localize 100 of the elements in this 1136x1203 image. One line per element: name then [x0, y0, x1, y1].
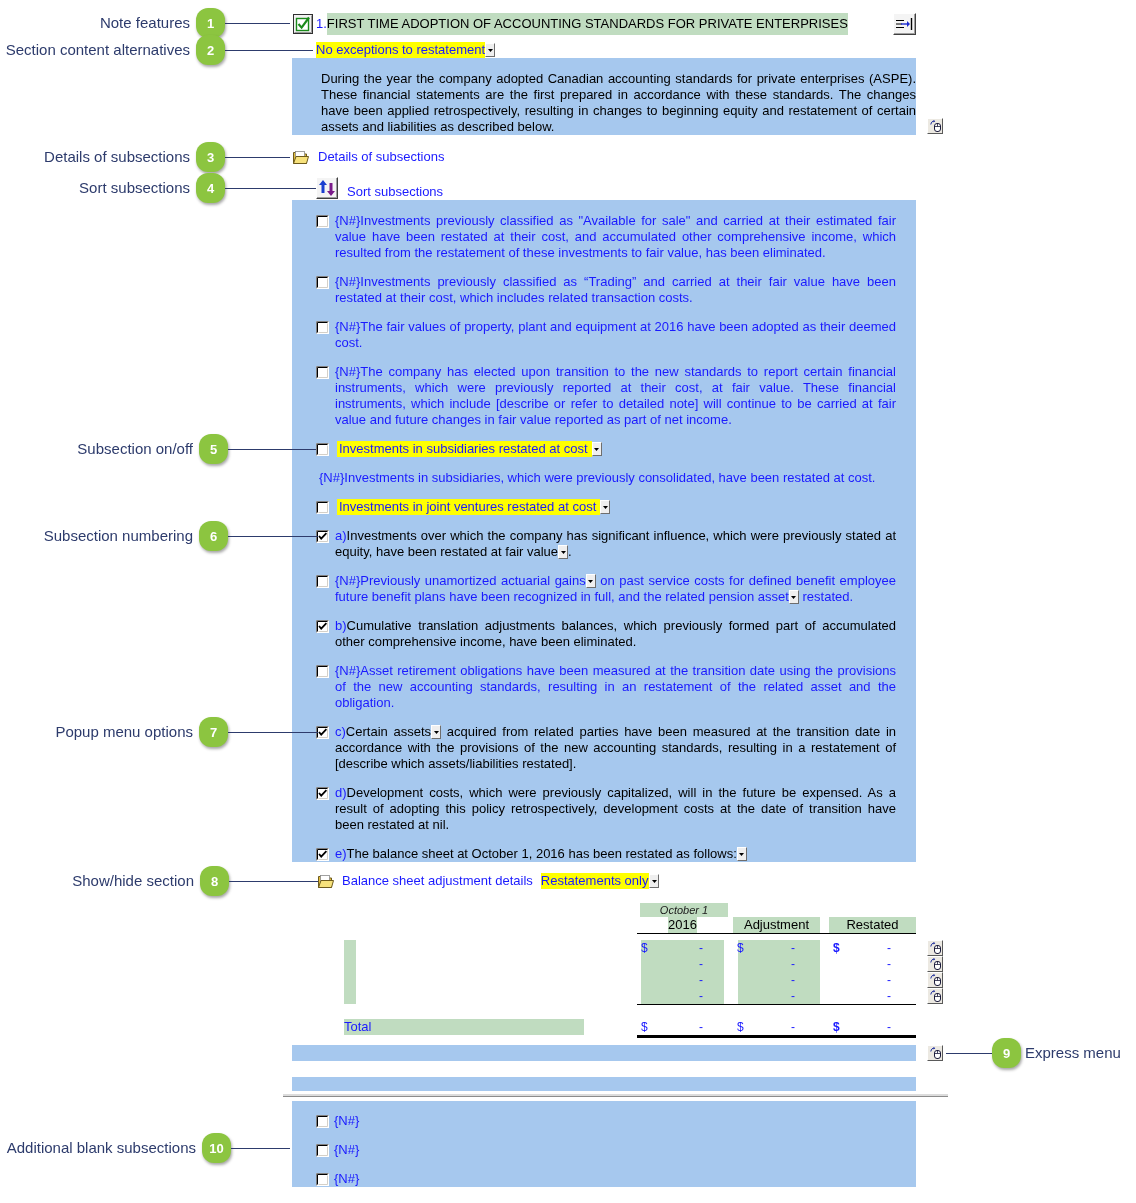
checkbox[interactable]	[316, 726, 329, 739]
checkbox[interactable]	[316, 848, 329, 861]
callout-label: Show/hide section	[72, 872, 194, 890]
express-menu-button[interactable]	[927, 118, 943, 134]
amount-value: -	[887, 988, 891, 1004]
dropdown-button[interactable]	[431, 725, 442, 739]
column-heading: Restated	[829, 917, 916, 933]
checkbox[interactable]	[316, 575, 329, 588]
dropdown-button[interactable]	[788, 590, 799, 604]
amount-value: -	[887, 1019, 891, 1035]
mouse-icon	[929, 942, 941, 954]
caret-icon	[739, 852, 745, 856]
caret-icon	[433, 730, 439, 734]
express-menu-button[interactable]	[927, 940, 943, 956]
checkbox[interactable]	[316, 620, 329, 633]
express-menu-button[interactable]	[927, 956, 943, 972]
subsection-text: {N#}The fair values of property, plant and equipment at 2016 have been adopted as their deemed cost.	[335, 319, 896, 351]
callout-badge: 5	[199, 434, 228, 464]
currency-symbol: $	[833, 1019, 840, 1035]
amount-value: -	[699, 1019, 703, 1035]
caret-icon	[588, 579, 594, 583]
callout-label: Note features	[99, 14, 190, 33]
amount-value: -	[887, 972, 891, 988]
folder-icon	[318, 874, 334, 888]
dropdown-button[interactable]	[585, 574, 596, 588]
details-link[interactable]: Details of subsections	[318, 149, 445, 165]
checkbox[interactable]	[316, 276, 329, 289]
callout-badge: 2	[196, 35, 225, 65]
mouse-icon	[929, 120, 941, 132]
express-menu-button[interactable]	[927, 988, 943, 1004]
caret-icon	[560, 550, 566, 554]
subsection-text: d)Development costs, which were previously capitalized, will in the future be expensed. As a result of adopting this policy retrospectively, development costs at the date of transition have been restated at nil.	[335, 785, 896, 833]
subsection-text: {N#}Asset retirement obligations have been measured at the transition date using the provisions of the new accounting standards, resulting in an restatement of the related asset and the obligation.	[335, 663, 896, 711]
callout-label: Details of subsections	[44, 148, 190, 166]
callout-label: Popup menu options	[55, 723, 193, 741]
express-menu-button[interactable]	[927, 1045, 943, 1061]
dropdown-button[interactable]	[649, 874, 660, 888]
display-option[interactable]: Restatements only	[540, 873, 650, 889]
dropdown-button[interactable]	[736, 847, 747, 861]
checkbox[interactable]	[316, 787, 329, 800]
amount-value: -	[887, 956, 891, 972]
dropdown-button[interactable]	[558, 545, 569, 559]
checkbox[interactable]	[316, 366, 329, 379]
caret-icon	[487, 48, 493, 52]
checkbox[interactable]	[316, 1173, 329, 1186]
subsection-text: e)The balance sheet at October 1, 2016 has been restated as follows:	[335, 846, 896, 862]
checkbox[interactable]	[316, 665, 329, 678]
amount-value: -	[791, 988, 795, 1004]
checkbox[interactable]	[316, 442, 329, 456]
subsection-text: a)Investments over which the company has significant influence, which were previously stated at equity, have been restated at fair value .	[335, 528, 896, 560]
lines-arrow-icon	[896, 17, 913, 31]
callout-badge: 9	[992, 1038, 1021, 1068]
callout-label: Subsection on/off	[77, 440, 193, 458]
checkbox[interactable]	[293, 14, 313, 34]
content-option[interactable]: No exceptions to restatement	[316, 42, 486, 58]
callout-label: Express menu	[1025, 1044, 1121, 1062]
subsection-number: {N#}	[334, 1171, 360, 1187]
amount-value: -	[791, 1019, 795, 1035]
total-label: Total	[344, 1019, 584, 1035]
currency-symbol: $	[641, 940, 648, 956]
up-down-arrows-icon	[319, 180, 335, 196]
subsection-option[interactable]: Investments in subsidiaries restated at cost	[337, 441, 592, 457]
leader-line	[231, 1147, 290, 1149]
toolbar-button[interactable]	[893, 13, 916, 35]
column-caption: October 1	[640, 903, 728, 917]
amount-value: -	[699, 972, 703, 988]
balance-sheet-link[interactable]: Balance sheet adjustment details	[342, 873, 533, 889]
caret-icon	[594, 447, 600, 451]
subsection-text: b)Cumulative translation adjustments balances, which previously formed part of accumulated other comprehensive income, have been eliminated.	[335, 618, 896, 650]
callout-badge: 7	[199, 717, 228, 747]
checkbox[interactable]	[316, 500, 329, 514]
mouse-icon	[929, 958, 941, 970]
checkbox[interactable]	[316, 215, 329, 228]
dropdown-button[interactable]	[485, 43, 496, 57]
callout-label: Sort subsections	[79, 179, 190, 197]
checkbox[interactable]	[316, 321, 329, 334]
leader-line	[225, 156, 290, 158]
row-label-field[interactable]	[344, 940, 356, 1004]
amount-value: -	[791, 940, 795, 956]
note-number: 1.	[316, 16, 327, 32]
callout-badge: 1	[196, 8, 225, 39]
sort-link[interactable]: Sort subsections	[347, 184, 444, 200]
express-menu-button[interactable]	[927, 972, 943, 988]
callout-label: Additional blank subsections	[6, 1139, 196, 1157]
subsection-option[interactable]: Investments in joint ventures restated at cost	[337, 499, 601, 515]
dropdown-button[interactable]	[591, 442, 602, 456]
checkbox[interactable]	[316, 1115, 329, 1128]
callout-label: Subsection numbering	[43, 527, 193, 545]
note-title: FIRST TIME ADOPTION OF ACCOUNTING STANDARDS FOR PRIVATE ENTERPRISES	[326, 13, 848, 35]
subsection-text: {N#}Investments previously classified as "Available for sale" and carried at their estimated fair value have been restated at their cost, and accumulated other comprehensive income, which resulted from the restatement of these investments to fair value, has been eliminated.	[335, 213, 896, 261]
caret-icon	[602, 505, 608, 509]
dropdown-button[interactable]	[600, 500, 611, 514]
subsection-text: {N#}Investments previously classified as “Trading” and carried at their fair value have been restated at their cost, which includes related transaction costs.	[335, 274, 896, 306]
mouse-icon	[929, 1047, 941, 1059]
sort-button[interactable]	[316, 177, 338, 199]
amount-value: -	[887, 940, 891, 956]
checkbox[interactable]	[316, 1144, 329, 1157]
currency-symbol: $	[737, 940, 744, 956]
checkbox[interactable]	[316, 530, 329, 543]
leader-line	[946, 1052, 992, 1054]
